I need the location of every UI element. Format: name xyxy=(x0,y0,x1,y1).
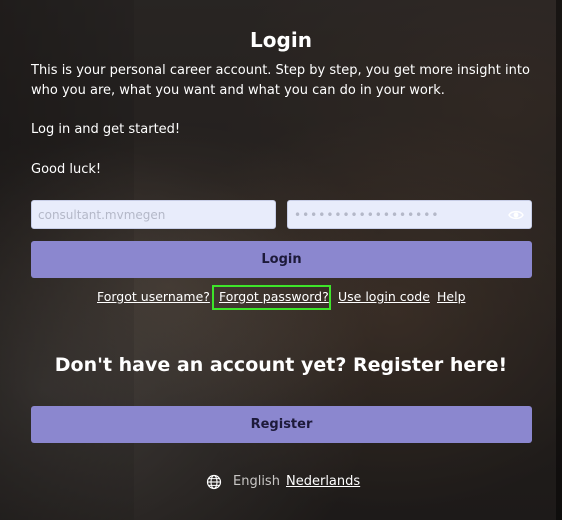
use-login-code-link[interactable]: Use login code xyxy=(338,289,430,304)
intro-call-to-action: Log in and get started! xyxy=(31,122,181,137)
login-panel: Login This is your personal career accou… xyxy=(0,0,562,520)
register-heading: Don't have an account yet? Register here… xyxy=(54,354,508,376)
register-button[interactable]: Register xyxy=(31,406,532,443)
intro-text: This is your personal career account. St… xyxy=(31,61,541,179)
username-input[interactable] xyxy=(31,200,276,229)
login-button[interactable]: Login xyxy=(31,241,532,278)
password-input[interactable] xyxy=(287,200,532,229)
language-switcher: English Nederlands xyxy=(0,473,562,493)
intro-paragraph: This is your personal career account. St… xyxy=(31,63,530,98)
globe-icon xyxy=(206,474,222,490)
forgot-username-link[interactable]: Forgot username? xyxy=(97,289,210,304)
language-current: English xyxy=(233,474,280,489)
eye-icon[interactable] xyxy=(508,207,524,221)
help-link[interactable]: Help xyxy=(437,289,466,304)
language-option-nederlands[interactable]: Nederlands xyxy=(286,474,360,489)
intro-good-luck: Good luck! xyxy=(31,161,102,177)
focus-highlight xyxy=(212,285,331,310)
page-title: Login xyxy=(250,28,312,52)
